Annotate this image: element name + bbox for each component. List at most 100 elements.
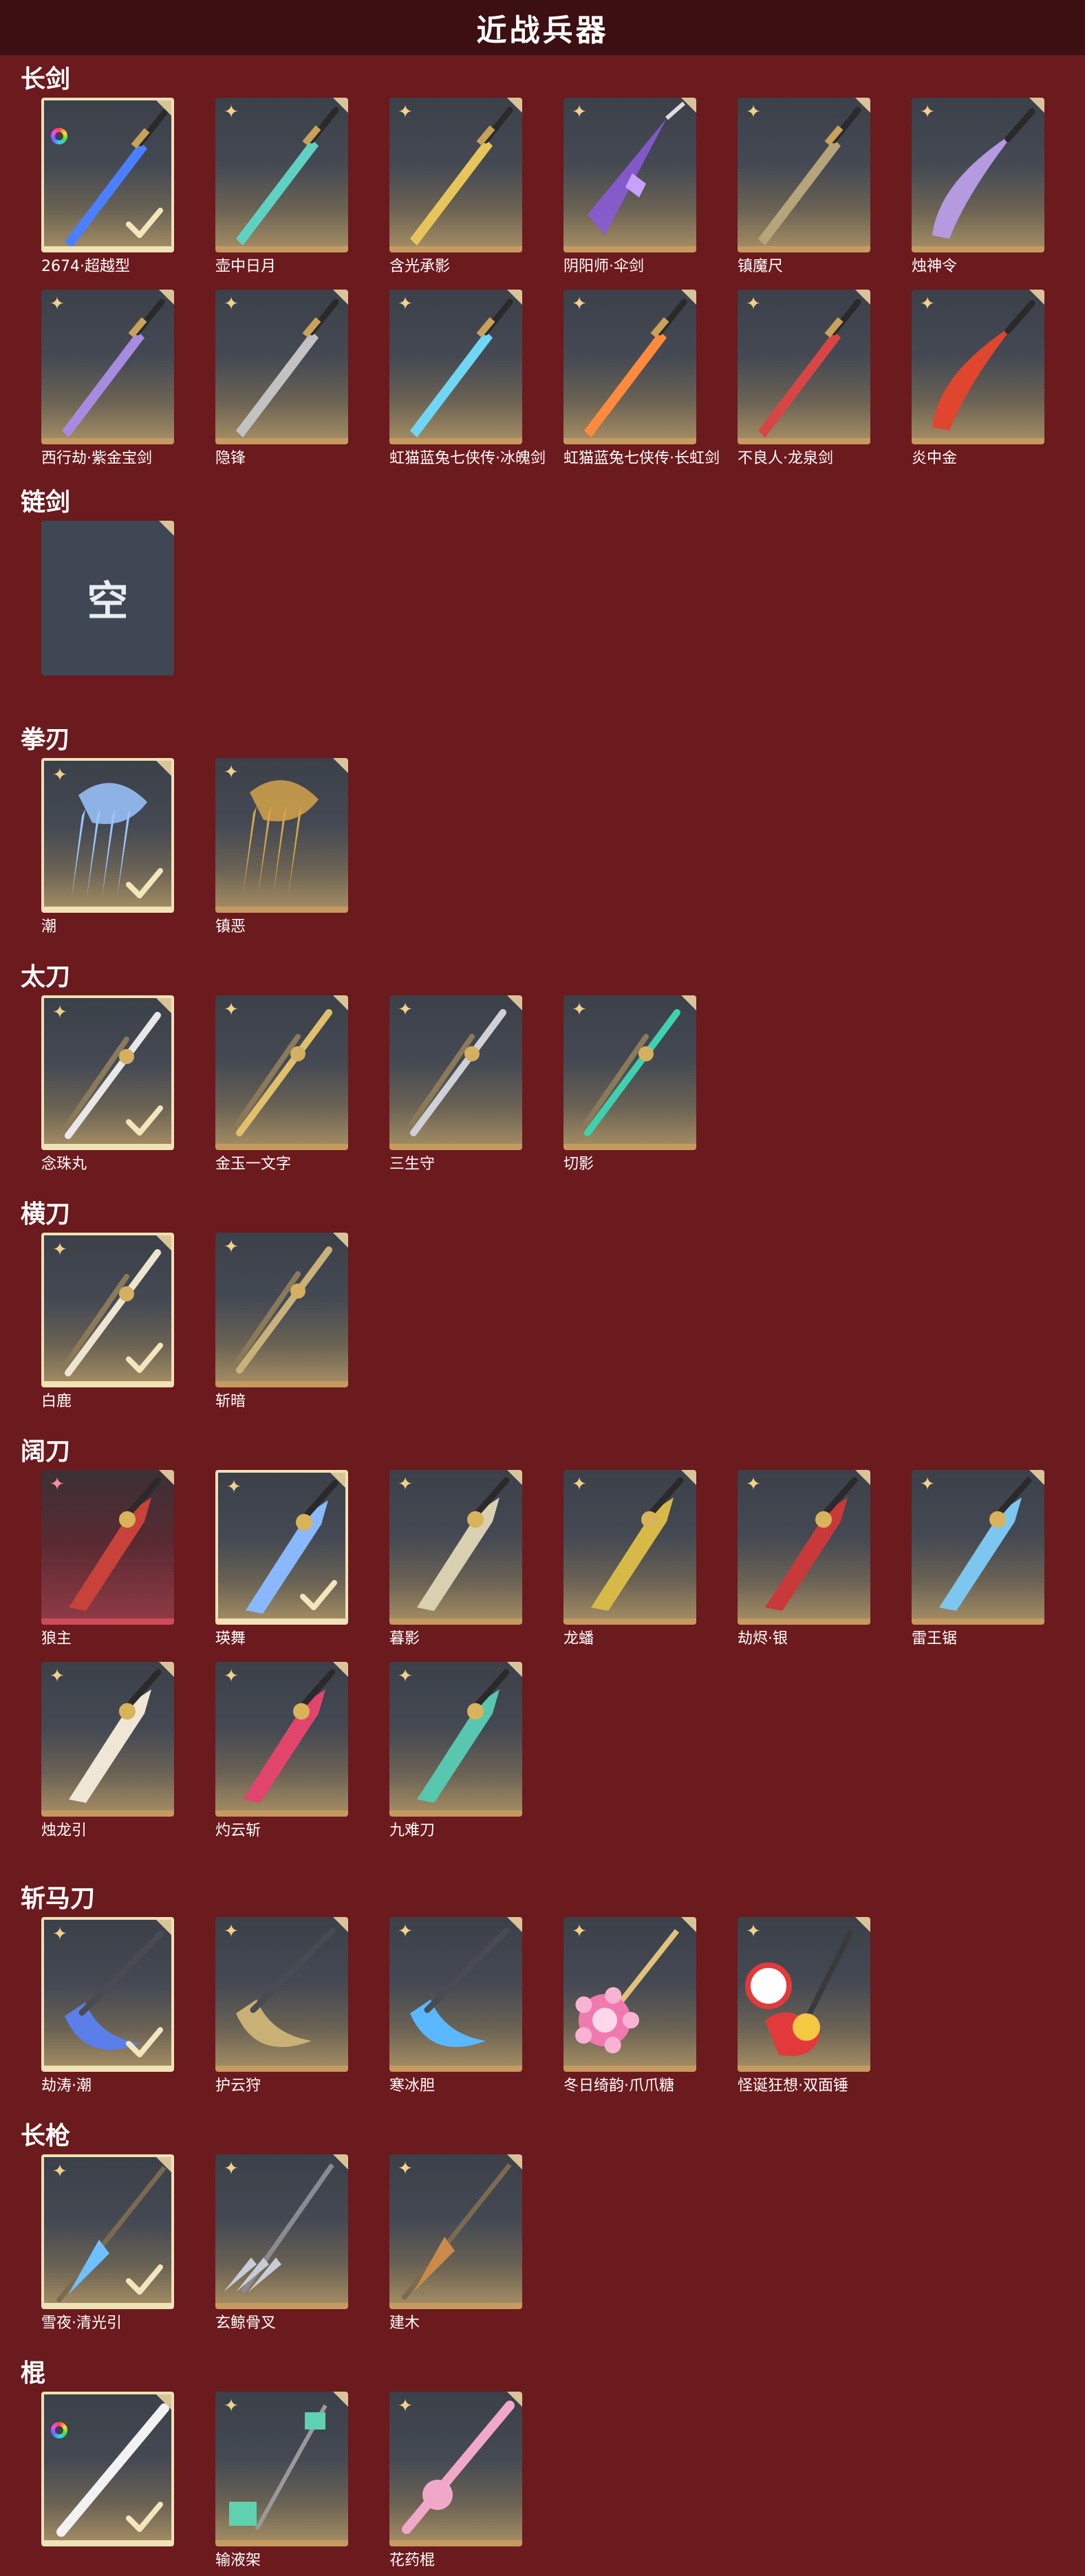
weapon-card[interactable]: ✦ 虹猫蓝兔七侠传·冰魄剑 — [389, 290, 546, 469]
corner-tab-icon — [507, 98, 522, 113]
corner-tab-icon — [333, 2154, 348, 2169]
weapon-thumbnail[interactable]: ✦ — [41, 1917, 174, 2072]
rarity-star-icon: ✦ — [52, 765, 67, 786]
weapon-card[interactable]: ✦ 龙蟠 — [563, 1470, 696, 1649]
weapon-thumbnail[interactable]: ✦ — [738, 290, 870, 444]
weapon-grid: ✦ 输液架 ✦ 花药棍 — [21, 2392, 1044, 2571]
weapon-thumbnail[interactable]: ✦ — [215, 1470, 348, 1625]
weapon-thumbnail[interactable]: ✦ — [389, 290, 522, 444]
weapon-card[interactable]: ✦ 隐锋 — [215, 290, 348, 469]
weapon-card[interactable]: ✦ 九难刀 — [389, 1662, 522, 1841]
weapon-thumbnail[interactable]: ✦ — [215, 2392, 348, 2546]
weapon-card[interactable]: ✦ 劫烬·银 — [738, 1470, 870, 1649]
weapon-thumbnail[interactable]: ✦ — [215, 290, 348, 444]
weapon-grid: ✦ 念珠丸 ✦ 金玉一文字 ✦ 三生守 ✦ 切影 — [21, 995, 1044, 1175]
weapon-thumbnail[interactable] — [41, 2392, 174, 2546]
weapon-thumbnail[interactable]: ✦ — [389, 2154, 522, 2309]
weapon-card[interactable]: ✦ 炎中金 — [912, 290, 1044, 469]
weapon-thumbnail[interactable]: ✦ — [41, 1662, 174, 1817]
weapon-thumbnail[interactable] — [41, 98, 174, 252]
weapon-thumbnail[interactable]: ✦ — [41, 290, 174, 444]
weapon-card[interactable]: ✦ 烛龙引 — [41, 1662, 174, 1841]
weapon-card[interactable]: ✦ 输液架 — [215, 2392, 348, 2571]
weapon-thumbnail[interactable]: ✦ — [912, 98, 1044, 252]
weapon-thumbnail[interactable]: ✦ — [912, 290, 1044, 444]
weapon-card[interactable]: ✦ 建木 — [389, 2154, 522, 2334]
corner-tab-icon — [159, 1662, 174, 1677]
weapon-card[interactable] — [41, 2392, 174, 2571]
rarity-star-icon: ✦ — [50, 1474, 65, 1495]
weapon-card[interactable]: 空 — [41, 521, 174, 700]
weapon-card[interactable]: ✦ 镇魔尺 — [738, 98, 870, 277]
weapon-thumbnail[interactable]: ✦ — [563, 1470, 696, 1625]
weapon-card[interactable]: ✦ 切影 — [563, 995, 696, 1175]
weapon-card[interactable]: ✦ 瑛舞 — [215, 1470, 348, 1649]
weapon-thumbnail[interactable]: ✦ — [563, 995, 696, 1150]
weapon-name: 雪夜·清光引 — [41, 2315, 122, 2332]
weapon-thumbnail[interactable]: ✦ — [41, 2154, 174, 2309]
weapon-card[interactable]: ✦ 白鹿 — [41, 1233, 174, 1412]
weapon-thumbnail[interactable]: ✦ — [738, 1917, 870, 2072]
weapon-card[interactable]: ✦ 镇恶 — [215, 758, 348, 938]
weapon-card[interactable]: ✦ 寒冰胆 — [389, 1917, 522, 2097]
weapon-name: 镇魔尺 — [738, 258, 784, 275]
weapon-thumbnail[interactable]: ✦ — [215, 995, 348, 1150]
weapon-card[interactable]: ✦ 雷王锯 — [912, 1470, 1044, 1649]
weapon-card[interactable]: ✦ 劫涛·潮 — [41, 1917, 174, 2097]
weapon-thumbnail[interactable]: ✦ — [389, 98, 522, 252]
weapon-card[interactable]: ✦ 不良人·龙泉剑 — [738, 290, 870, 469]
check-icon — [126, 2502, 163, 2532]
weapon-card[interactable]: ✦ 虹猫蓝兔七侠传·长虹剑 — [563, 290, 720, 469]
check-icon — [126, 2264, 163, 2295]
weapon-card[interactable]: ✦ 烛神令 — [912, 98, 1044, 277]
weapon-card[interactable]: ✦ 潮 — [41, 758, 174, 938]
weapon-card[interactable]: 2674·超越型 — [41, 98, 174, 277]
weapon-thumbnail[interactable]: ✦ — [215, 1917, 348, 2072]
weapon-thumbnail[interactable]: ✦ — [563, 98, 696, 252]
weapon-card[interactable]: ✦ 冬日绮韵·爪爪糖 — [563, 1917, 696, 2097]
weapon-card[interactable]: ✦ 护云狩 — [215, 1917, 348, 2097]
weapon-card[interactable]: ✦ 狼主 — [41, 1470, 174, 1649]
weapon-card[interactable]: ✦ 灼云斩 — [215, 1662, 348, 1841]
rarity-star-icon: ✦ — [398, 2396, 413, 2416]
weapon-thumbnail[interactable]: ✦ — [215, 2154, 348, 2309]
weapon-thumbnail[interactable]: ✦ — [41, 1470, 174, 1625]
weapon-thumbnail[interactable]: ✦ — [389, 1662, 522, 1817]
weapon-section: 长枪 ✦ 雪夜·清光引 ✦ 玄鲸骨叉 ✦ 建木 — [21, 2119, 1044, 2334]
weapon-card[interactable]: ✦ 三生守 — [389, 995, 522, 1175]
weapon-thumbnail[interactable]: ✦ — [563, 290, 696, 444]
weapon-thumbnail[interactable]: ✦ — [389, 1470, 522, 1625]
weapon-thumbnail[interactable]: ✦ — [215, 1233, 348, 1387]
weapon-thumbnail[interactable]: ✦ — [215, 758, 348, 913]
weapon-card[interactable]: ✦ 雪夜·清光引 — [41, 2154, 174, 2334]
weapon-thumbnail[interactable]: ✦ — [389, 2392, 522, 2546]
weapon-card[interactable]: ✦ 念珠丸 — [41, 995, 174, 1175]
weapon-card[interactable]: ✦ 西行劫·紫金宝剑 — [41, 290, 174, 469]
weapon-thumbnail[interactable]: ✦ — [41, 758, 174, 913]
rarity-star-icon: ✦ — [398, 999, 413, 1020]
weapon-thumbnail[interactable]: ✦ — [215, 98, 348, 252]
weapon-thumbnail[interactable]: ✦ — [389, 1917, 522, 2072]
weapon-name: 炎中金 — [912, 450, 958, 467]
weapon-card[interactable]: ✦ 金玉一文字 — [215, 995, 348, 1175]
weapon-card[interactable]: ✦ 玄鲸骨叉 — [215, 2154, 348, 2334]
weapon-card[interactable]: ✦ 暮影 — [389, 1470, 522, 1649]
weapon-thumbnail[interactable]: ✦ — [738, 98, 870, 252]
weapon-card[interactable]: ✦ 阴阳师·伞剑 — [563, 98, 696, 277]
corner-tab-icon — [507, 1917, 522, 1932]
weapon-thumbnail[interactable]: ✦ — [738, 1470, 870, 1625]
weapon-name: 斩暗 — [215, 1393, 246, 1410]
weapon-thumbnail[interactable]: 空 — [41, 521, 174, 675]
weapon-thumbnail[interactable]: ✦ — [389, 995, 522, 1150]
weapon-card[interactable]: ✦ 花药棍 — [389, 2392, 522, 2571]
weapon-card[interactable]: ✦ 含光承影 — [389, 98, 522, 277]
weapon-card[interactable]: ✦ 怪诞狂想·双面锤 — [738, 1917, 870, 2097]
weapon-name — [41, 680, 213, 700]
weapon-thumbnail[interactable]: ✦ — [41, 1233, 174, 1387]
weapon-card[interactable]: ✦ 斩暗 — [215, 1233, 348, 1412]
weapon-thumbnail[interactable]: ✦ — [215, 1662, 348, 1817]
weapon-thumbnail[interactable]: ✦ — [41, 995, 174, 1150]
weapon-card[interactable]: ✦ 壶中日月 — [215, 98, 348, 277]
weapon-thumbnail[interactable]: ✦ — [563, 1917, 696, 2072]
weapon-thumbnail[interactable]: ✦ — [912, 1470, 1044, 1625]
